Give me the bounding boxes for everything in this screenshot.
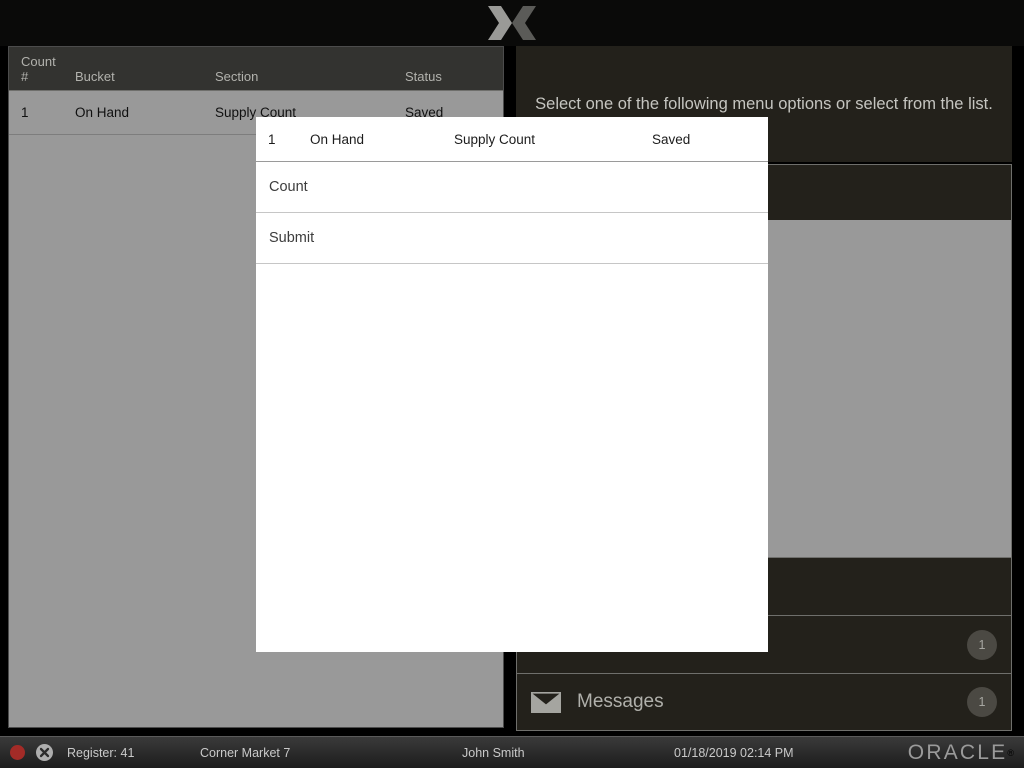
status-user-label: John Smith: [462, 745, 525, 760]
modal-option-submit[interactable]: Submit: [256, 213, 768, 264]
column-header-count-number: Count #: [9, 54, 63, 84]
modal-cell-section: Supply Count: [454, 131, 536, 147]
menu-item-messages-label: Messages: [577, 691, 664, 712]
oracle-registered-mark: ®: [1007, 747, 1014, 758]
envelope-icon: [531, 691, 577, 713]
column-header-status: Status: [405, 69, 442, 84]
count-table-header: Count # Bucket Section Status: [9, 47, 503, 91]
app-header: [0, 0, 1024, 46]
record-dot-icon[interactable]: [10, 745, 25, 760]
status-datetime-label: 01/18/2019 02:14 PM: [674, 745, 794, 760]
modal-option-count[interactable]: Count: [256, 162, 768, 213]
status-register-segment: Register: 41: [0, 737, 200, 768]
column-header-count-number-line1: Count: [21, 54, 56, 69]
x-circle-icon[interactable]: [36, 744, 53, 761]
status-bar: Register: 41 Corner Market 7 John Smith …: [0, 736, 1024, 768]
modal-cell-status: Saved: [652, 131, 691, 147]
menu-item-messages-badge: 1: [967, 687, 997, 717]
brand-x-logo: [488, 6, 536, 40]
status-datetime-segment: 01/18/2019 02:14 PM: [674, 737, 874, 768]
pos-application-window: Count # Bucket Section Status 1 On Hand …: [0, 0, 1024, 768]
column-header-count-number-line2: #: [21, 69, 29, 84]
column-header-section: Section: [215, 69, 259, 84]
oracle-wordmark: ORACLE: [907, 740, 1008, 764]
modal-cell-bucket: On Hand: [310, 131, 365, 147]
prompt-text: Select one of the following menu options…: [535, 94, 993, 113]
context-menu-overlay: 1 On Hand Supply Count Saved Count Submi…: [256, 117, 768, 652]
status-user-segment: John Smith: [462, 737, 674, 768]
column-header-bucket: Bucket: [75, 69, 115, 84]
cell-bucket: On Hand: [75, 105, 130, 120]
status-store-label: Corner Market 7: [200, 745, 291, 760]
cell-count-number: 1: [21, 105, 29, 120]
vendor-logo: ORACLE ®: [874, 737, 1024, 768]
status-register-label: Register: 41: [67, 745, 135, 760]
menu-item-2-badge: 1: [967, 629, 997, 660]
menu-item-messages[interactable]: Messages 1: [516, 673, 1012, 731]
status-store-segment: Corner Market 7: [200, 737, 462, 768]
modal-cell-count-number: 1: [268, 131, 276, 147]
selected-row-summary: 1 On Hand Supply Count Saved: [256, 117, 768, 162]
